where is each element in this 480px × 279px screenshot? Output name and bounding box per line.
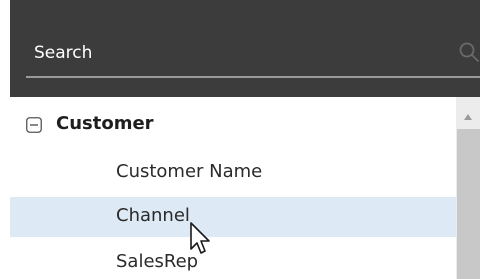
tree-item-customer-name[interactable]: Customer Name — [10, 153, 456, 193]
scroll-thumb[interactable] — [457, 129, 480, 279]
tree-item-salesrep[interactable]: SalesRep — [10, 243, 456, 279]
tree-item-channel[interactable]: Channel — [10, 197, 456, 237]
field-tree: Customer Customer Name Channel SalesRep — [10, 97, 456, 279]
collapse-icon[interactable] — [26, 117, 42, 133]
search-icon[interactable] — [458, 41, 480, 63]
tree-item-label: Channel — [116, 205, 190, 226]
scroll-up-arrow-icon[interactable] — [462, 107, 474, 120]
vertical-scrollbar[interactable] — [456, 97, 480, 279]
tree-item-label: Customer Name — [116, 161, 263, 182]
search-input[interactable] — [34, 40, 424, 66]
tree-group-customer[interactable]: Customer — [10, 105, 456, 145]
tree-group-label: Customer — [56, 113, 154, 134]
tree-item-label: SalesRep — [116, 251, 199, 272]
search-bar — [10, 0, 480, 97]
field-list-panel: Customer Customer Name Channel SalesRep — [10, 0, 480, 279]
search-field[interactable] — [26, 26, 480, 78]
